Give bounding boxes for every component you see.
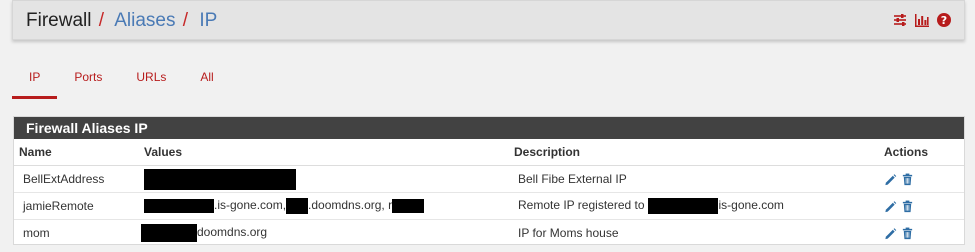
column-header-values[interactable]: Values — [144, 139, 514, 166]
header-actions: ? — [892, 12, 952, 28]
panel-title: Firewall Aliases IP — [14, 117, 964, 139]
column-header-actions: Actions — [884, 139, 964, 166]
table-row[interactable]: jamieRemote .is-gone.com, .doomdns.org, r… — [14, 192, 964, 220]
tab-all[interactable]: All — [183, 64, 230, 98]
breadcrumb-separator: / — [98, 10, 105, 31]
redaction-block — [647, 198, 718, 214]
alias-tabs: IP Ports URLs All — [12, 64, 231, 99]
aliases-panel: Firewall Aliases IP Name Values Descript… — [13, 116, 965, 245]
alias-values: doomdns.org — [141, 220, 514, 247]
row-actions — [884, 220, 964, 247]
breadcrumb-separator: / — [182, 10, 189, 31]
row-actions — [884, 192, 964, 220]
help-icon[interactable]: ? — [936, 12, 952, 28]
breadcrumb: Firewall / Aliases / IP — [26, 10, 217, 32]
alias-values: .is-gone.com, .doomdns.org, r — [144, 192, 514, 220]
tab-urls[interactable]: URLs — [119, 64, 183, 98]
alias-values — [144, 165, 514, 193]
table-header-row: Name Values Description Actions — [14, 139, 964, 166]
redaction-block — [286, 198, 309, 214]
redaction-block — [141, 224, 197, 242]
table-row[interactable]: mom doomdns.org IP for Moms house — [14, 220, 964, 247]
alias-name: BellExtAddress — [14, 165, 144, 193]
row-actions — [884, 165, 964, 193]
redaction-block — [392, 199, 425, 213]
aliases-table: Name Values Description Actions BellExtA… — [14, 139, 964, 246]
breadcrumb-firewall: Firewall — [26, 10, 92, 31]
value-text: .is-gone.com, — [214, 198, 287, 213]
alias-name: mom — [23, 226, 50, 240]
trash-icon[interactable] — [901, 173, 914, 186]
pencil-icon[interactable] — [884, 200, 897, 213]
trash-icon[interactable] — [901, 227, 914, 240]
breadcrumb-aliases-link[interactable]: Aliases — [114, 10, 175, 31]
tab-ip[interactable]: IP — [12, 64, 58, 99]
trash-icon[interactable] — [901, 200, 914, 213]
table-row[interactable]: BellExtAddress Bell Fibe External IP — [14, 165, 964, 193]
redaction-block — [144, 168, 296, 190]
alias-description: Remote IP registered to is-gone.com — [514, 192, 884, 220]
description-text: Remote IP registered to — [518, 198, 645, 213]
value-text: .doomdns.org, r — [308, 198, 393, 213]
alias-description: IP for Moms house — [518, 226, 619, 240]
sliders-icon[interactable] — [892, 12, 908, 28]
value-text: doomdns.org — [197, 225, 268, 240]
alias-description: Bell Fibe External IP — [514, 165, 884, 193]
breadcrumb-ip-link[interactable]: IP — [199, 10, 217, 31]
pencil-icon[interactable] — [884, 227, 897, 240]
column-header-description[interactable]: Description — [514, 139, 884, 166]
pencil-icon[interactable] — [884, 173, 897, 186]
column-header-name[interactable]: Name — [14, 139, 144, 166]
svg-text:?: ? — [941, 14, 947, 27]
page-header: Firewall / Aliases / IP ? — [12, 0, 965, 40]
bar-chart-icon[interactable] — [914, 12, 930, 28]
tab-ports[interactable]: Ports — [57, 64, 119, 98]
redaction-block — [144, 199, 214, 213]
alias-name: jamieRemote — [14, 192, 144, 220]
description-text: is-gone.com — [718, 198, 784, 213]
